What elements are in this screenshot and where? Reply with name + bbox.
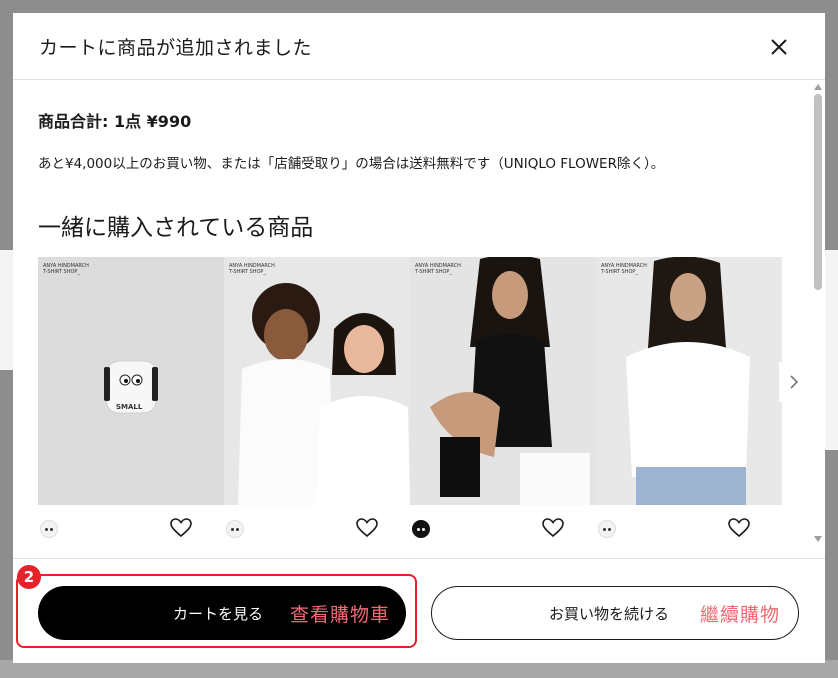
brand-tag: ANYA HINDMARCH T-SHIRT SHOP_ xyxy=(229,263,275,275)
product-card[interactable]: SMALL xyxy=(38,257,224,547)
brand-tag: ANYA HINDMARCH T-SHIRT SHOP_ xyxy=(601,263,647,275)
favorite-button[interactable] xyxy=(170,518,192,538)
product-image[interactable] xyxy=(410,257,596,505)
annotation-highlight xyxy=(16,574,417,648)
continue-shopping-button[interactable]: お買い物を続ける 繼續購物 xyxy=(431,586,799,640)
continue-shopping-label-zh: 繼續購物 xyxy=(700,604,781,626)
color-swatch[interactable] xyxy=(226,520,244,538)
kids-photo xyxy=(224,257,410,505)
background-page-right xyxy=(824,250,838,450)
close-icon[interactable] xyxy=(767,35,791,59)
favorite-button[interactable] xyxy=(356,518,378,538)
brand-line: T-SHIRT SHOP_ xyxy=(601,269,638,275)
cart-total: 商品合計: 1点 ¥990 xyxy=(38,112,192,131)
brand-line: T-SHIRT SHOP_ xyxy=(229,269,266,275)
color-swatch[interactable] xyxy=(598,520,616,538)
favorite-button[interactable] xyxy=(542,518,564,538)
background-page xyxy=(0,250,14,370)
scrollbar[interactable] xyxy=(813,84,823,542)
modal-title: カートに商品が追加されました xyxy=(39,37,313,59)
product-card[interactable] xyxy=(410,257,596,547)
chevron-right-icon[interactable] xyxy=(788,374,800,390)
bag-image: SMALL xyxy=(38,257,224,505)
recommendation-title: 一緒に購入されている商品 xyxy=(38,215,314,241)
product-image[interactable] xyxy=(224,257,410,505)
product-image[interactable] xyxy=(596,257,782,505)
white-tee-photo xyxy=(596,257,782,505)
color-swatch[interactable] xyxy=(40,520,58,538)
brand-tag: ANYA HINDMARCH T-SHIRT SHOP_ xyxy=(43,263,89,275)
heart-icon[interactable] xyxy=(356,518,378,538)
brand-line: T-SHIRT SHOP_ xyxy=(43,269,80,275)
shipping-notice: あと¥4,000以上のお買い物、または「店舗受取り」の場合は送料無料です（UNI… xyxy=(38,156,665,172)
continue-shopping-label: お買い物を続ける xyxy=(549,605,670,623)
scroll-up-arrow[interactable] xyxy=(814,84,822,90)
color-swatch[interactable] xyxy=(412,520,430,538)
carousel-next-button[interactable] xyxy=(779,362,809,402)
brand-tag: ANYA HINDMARCH T-SHIRT SHOP_ xyxy=(415,263,461,275)
brand-line: T-SHIRT SHOP_ xyxy=(415,269,452,275)
black-tank-photo xyxy=(410,257,596,505)
modal-header: カートに商品が追加されました xyxy=(13,13,825,80)
favorite-button[interactable] xyxy=(728,518,750,538)
heart-icon[interactable] xyxy=(542,518,564,538)
product-card[interactable] xyxy=(224,257,410,547)
product-carousel: SMALL ANYA HINDMARCH T-SHIRT SHOP_ ANYA … xyxy=(38,257,809,547)
heart-icon[interactable] xyxy=(728,518,750,538)
svg-text:SMALL: SMALL xyxy=(116,403,143,411)
close-button[interactable] xyxy=(767,35,791,59)
product-image[interactable]: SMALL xyxy=(38,257,224,505)
heart-icon[interactable] xyxy=(170,518,192,538)
product-card[interactable] xyxy=(596,257,782,547)
add-to-cart-modal: カートに商品が追加されました 商品合計: 1点 ¥990 あと¥4,000以上の… xyxy=(13,13,825,663)
scroll-thumb[interactable] xyxy=(814,94,822,290)
modal-body: 商品合計: 1点 ¥990 あと¥4,000以上のお買い物、または「店舗受取り」… xyxy=(13,80,825,558)
scroll-down-arrow[interactable] xyxy=(814,536,822,542)
step-badge: 2 xyxy=(17,565,41,589)
